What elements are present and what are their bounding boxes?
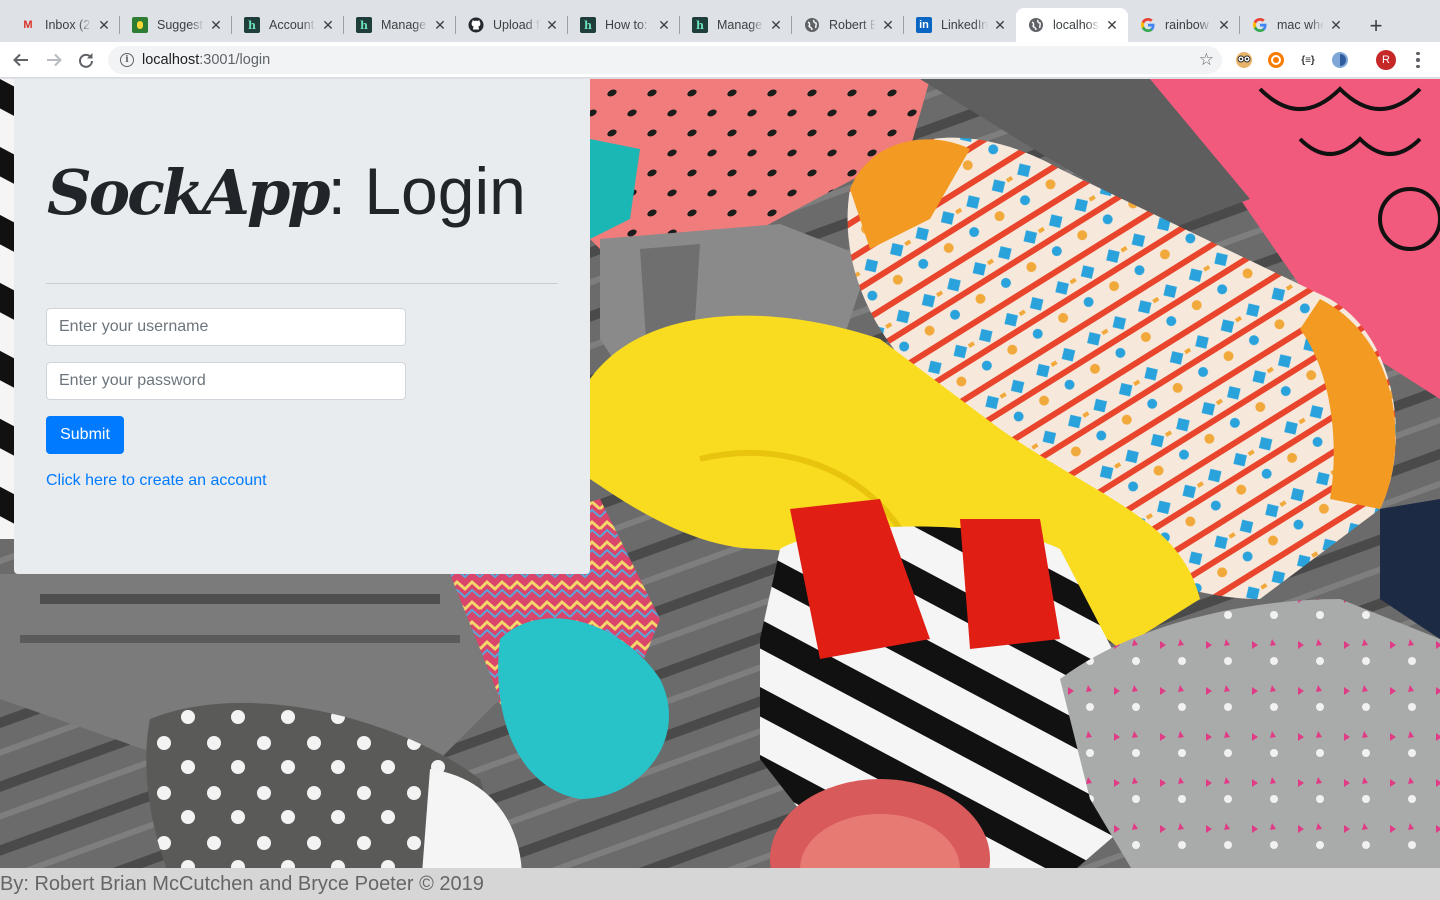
new-tab-button[interactable]: + (1362, 12, 1390, 40)
close-icon[interactable]: ✕ (992, 17, 1008, 33)
title-suffix: : Login (327, 154, 526, 228)
forward-arrow-icon (47, 53, 62, 67)
page-title: SockApp: Login (47, 153, 526, 229)
close-icon[interactable]: ✕ (1216, 17, 1232, 33)
tab-manage-2[interactable]: h Manage ✕ (680, 8, 792, 42)
submit-button[interactable]: Submit (46, 416, 124, 454)
linkedin-icon: in (916, 17, 932, 33)
h-site-icon: h (244, 17, 260, 33)
tab-title: mac whe (1277, 18, 1324, 32)
close-icon[interactable]: ✕ (768, 17, 784, 33)
login-card: SockApp: Login Submit Click here to crea… (14, 79, 590, 574)
tab-title: LinkedIn (941, 18, 988, 32)
close-icon[interactable]: ✕ (1328, 17, 1344, 33)
address-bar[interactable]: i localhost:3001/login ☆ (108, 46, 1222, 74)
browser-menu-icon[interactable] (1410, 50, 1426, 70)
close-icon[interactable]: ✕ (208, 17, 224, 33)
h-site-icon: h (580, 17, 596, 33)
tab-title: Upload f (493, 18, 540, 32)
tab-localhost[interactable]: localhos ✕ (1016, 8, 1128, 42)
tab-linkedin[interactable]: in LinkedIn ✕ (904, 8, 1016, 42)
close-icon[interactable]: ✕ (320, 17, 336, 33)
back-button[interactable] (9, 48, 33, 72)
extension-owl-icon[interactable] (1234, 50, 1254, 70)
close-icon[interactable]: ✕ (432, 17, 448, 33)
github-icon (468, 17, 484, 33)
tab-inbox[interactable]: M Inbox (2, ✕ (8, 8, 120, 42)
gmail-icon: M (23, 19, 33, 31)
forward-button[interactable] (42, 48, 66, 72)
close-icon[interactable]: ✕ (544, 17, 560, 33)
globe-icon (804, 17, 820, 33)
reload-icon (79, 53, 93, 68)
reload-button[interactable] (74, 48, 98, 72)
bookmark-star-icon[interactable]: ☆ (1199, 51, 1214, 69)
h-site-icon: h (356, 17, 372, 33)
back-arrow-icon (13, 53, 28, 67)
google-icon (1140, 17, 1156, 33)
globe-icon (1028, 17, 1044, 33)
page-viewport: SockApp: Login Submit Click here to crea… (0, 79, 1440, 900)
tab-how-to[interactable]: h How to: ✕ (568, 8, 680, 42)
extension-orange-icon[interactable] (1266, 50, 1286, 70)
close-icon[interactable]: ✕ (1104, 17, 1120, 33)
username-input[interactable] (46, 308, 406, 346)
h-site-icon: h (692, 17, 708, 33)
google-icon (1252, 17, 1268, 33)
password-input[interactable] (46, 362, 406, 400)
divider (46, 283, 558, 284)
profile-avatar[interactable]: R (1376, 50, 1396, 70)
brand-logo: SockApp (47, 156, 331, 229)
close-icon[interactable]: ✕ (96, 17, 112, 33)
browser-tab-strip: M Inbox (2, ✕ Suggest ✕ h Account ✕ h Ma… (0, 0, 1440, 42)
footer-credit: By: Robert Brian McCutchen and Bryce Poe… (0, 873, 484, 895)
close-icon[interactable]: ✕ (656, 17, 672, 33)
tab-title: Robert B (829, 18, 876, 32)
browser-toolbar: i localhost:3001/login ☆ {≡} (0, 42, 1440, 78)
tab-title: localhos (1053, 18, 1100, 32)
extension-blue-icon[interactable] (1330, 50, 1350, 70)
tab-title: Manage (717, 18, 764, 32)
tab-title: Suggest (157, 18, 204, 32)
tab-title: Inbox (2, (45, 18, 92, 32)
extension-json-icon[interactable]: {≡} (1298, 50, 1318, 70)
tab-upload[interactable]: Upload f ✕ (456, 8, 568, 42)
tab-title: Manage (381, 18, 428, 32)
close-icon[interactable]: ✕ (880, 17, 896, 33)
tab-title: Account (269, 18, 316, 32)
site-info-icon[interactable]: i (120, 53, 134, 67)
tab-account[interactable]: h Account ✕ (232, 8, 344, 42)
tab-mac[interactable]: mac whe ✕ (1240, 8, 1352, 42)
tab-rainbow[interactable]: rainbow ✕ (1128, 8, 1240, 42)
tab-manage-1[interactable]: h Manage ✕ (344, 8, 456, 42)
tab-suggest[interactable]: Suggest ✕ (120, 8, 232, 42)
tab-robert[interactable]: Robert B ✕ (792, 8, 904, 42)
url-text: localhost:3001/login (142, 52, 271, 68)
create-account-link[interactable]: Click here to create an account (46, 472, 267, 490)
footer: By: Robert Brian McCutchen and Bryce Poe… (0, 868, 1440, 900)
tab-title: How to: (605, 18, 652, 32)
extension-icon (132, 17, 148, 33)
tab-title: rainbow (1165, 18, 1212, 32)
